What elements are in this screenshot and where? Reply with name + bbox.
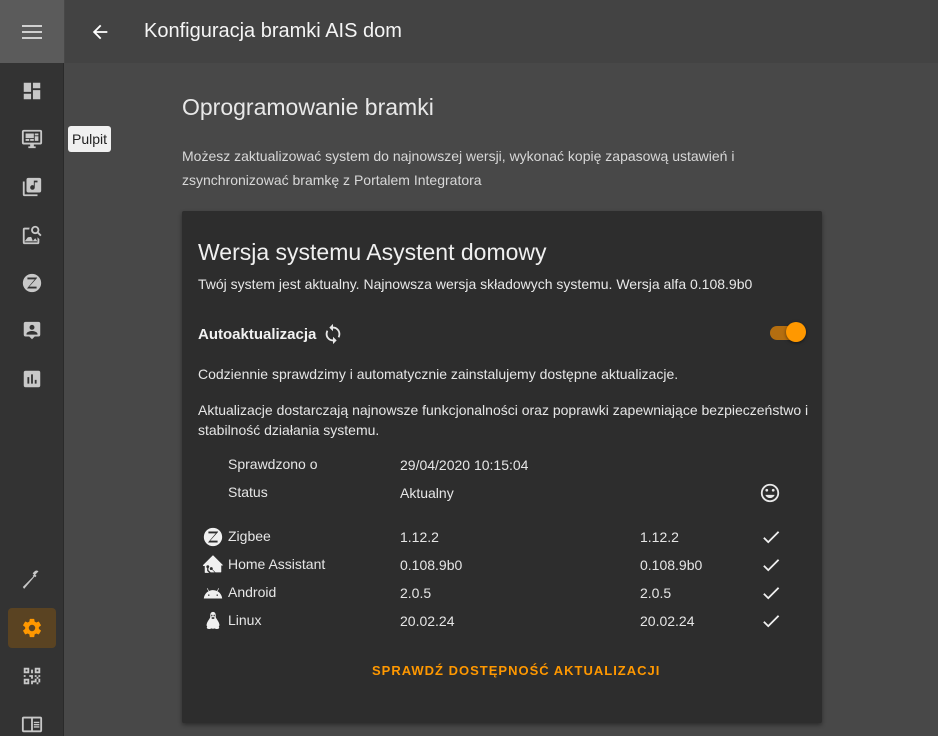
auto-update-description: Codziennie sprawdzimy i automatycznie za…: [198, 366, 679, 382]
linux-icon: [202, 610, 224, 632]
chart-box-icon: [23, 370, 41, 388]
gear-icon: [23, 618, 41, 638]
component-current-version: 0.108.9b0: [400, 557, 463, 573]
android-icon: [202, 582, 224, 604]
component-name: Linux: [228, 612, 262, 628]
section-description: Możesz zaktualizować system do najnowsze…: [182, 148, 735, 188]
sidebar-item-history[interactable]: [8, 359, 56, 399]
component-name: Zigbee: [228, 528, 271, 544]
check-icon: [760, 526, 782, 548]
emoticon-happy-icon: [760, 483, 780, 503]
sidebar-item-qr[interactable]: [8, 656, 56, 696]
auto-update-row: Autoaktualizacja: [198, 323, 344, 345]
sidebar-item-gallery[interactable]: [8, 215, 56, 255]
auto-update-label: Autoaktualizacja: [198, 325, 317, 343]
check-icon: [760, 554, 782, 576]
sidebar: [0, 0, 64, 736]
component-latest-version: 20.02.24: [640, 613, 695, 629]
tooltip: Pulpit: [68, 126, 112, 152]
library-music-icon: [22, 177, 42, 197]
component-row-linux: Linux 20.02.24 20.02.24: [182, 608, 822, 632]
sidebar-item-music[interactable]: [8, 167, 56, 207]
component-current-version: 2.0.5: [400, 585, 432, 601]
sidebar-item-pulpit[interactable]: [8, 119, 56, 159]
sidebar-item-docs[interactable]: [8, 704, 56, 736]
account-box-icon: [23, 321, 41, 340]
toggle-thumb: [786, 322, 806, 342]
sync-icon: [326, 323, 341, 345]
card-subtitle: Twój system jest aktualny. Najnowsza wer…: [198, 276, 753, 292]
check-icon: [760, 610, 782, 632]
zigbee-icon: [202, 526, 224, 548]
home-assistant-icon: [202, 554, 224, 576]
component-current-version: 20.02.24: [400, 613, 455, 629]
component-latest-version: 2.0.5: [640, 585, 672, 601]
status-label: Status: [228, 484, 268, 500]
component-current-version: 1.12.2: [400, 529, 439, 545]
component-row-home-assistant: Home Assistant 0.108.9b0 0.108.9b0: [182, 552, 822, 576]
system-version-card: Wersja systemu Asystent domowy Twój syst…: [182, 211, 822, 723]
hamburger-icon: [22, 24, 42, 39]
arrow-left-icon: [92, 24, 108, 39]
sidebar-item-dashboard[interactable]: [8, 71, 56, 111]
qrcode-icon: [23, 667, 41, 685]
component-row-zigbee: Zigbee 1.12.2 1.12.2: [182, 524, 822, 548]
checked-value: 29/04/2020 10:15:04: [400, 457, 529, 473]
component-latest-version: 0.108.9b0: [640, 557, 703, 573]
view-dashboard-icon: [23, 82, 41, 100]
check-icon: [760, 582, 782, 604]
update-benefits-description: Aktualizacje dostarczają najnowsze funkc…: [198, 402, 809, 438]
monitor-dashboard-icon: [21, 129, 43, 149]
image-search-icon: [22, 225, 42, 245]
status-value: Aktualny: [400, 485, 454, 501]
component-row-android: Android 2.0.5 2.0.5: [182, 580, 822, 604]
auto-update-toggle[interactable]: [770, 321, 806, 343]
sidebar-item-settings[interactable]: [8, 608, 56, 648]
hammer-icon: [22, 570, 39, 589]
sidebar-item-zigbee[interactable]: [8, 263, 56, 303]
book-open-icon: [21, 716, 43, 733]
section-title: Oprogramowanie bramki: [182, 94, 434, 120]
menu-button[interactable]: [0, 0, 64, 63]
page-title: Konfiguracja bramki AIS dom: [144, 20, 402, 42]
checked-label: Sprawdzono o: [228, 456, 318, 472]
app-header: Konfiguracja bramki AIS dom: [65, 0, 938, 63]
zigbee-icon: [22, 273, 42, 293]
sidebar-item-developer-tools[interactable]: [8, 560, 56, 600]
component-name: Home Assistant: [228, 556, 326, 572]
card-title: Wersja systemu Asystent domowy: [198, 239, 547, 265]
sidebar-item-account[interactable]: [8, 311, 56, 351]
component-name: Android: [228, 584, 277, 600]
back-button[interactable]: [65, 0, 135, 63]
component-latest-version: 1.12.2: [640, 529, 679, 545]
check-updates-button[interactable]: SPRAWDŹ DOSTĘPNOŚĆ AKTUALIZACJI: [372, 663, 660, 678]
